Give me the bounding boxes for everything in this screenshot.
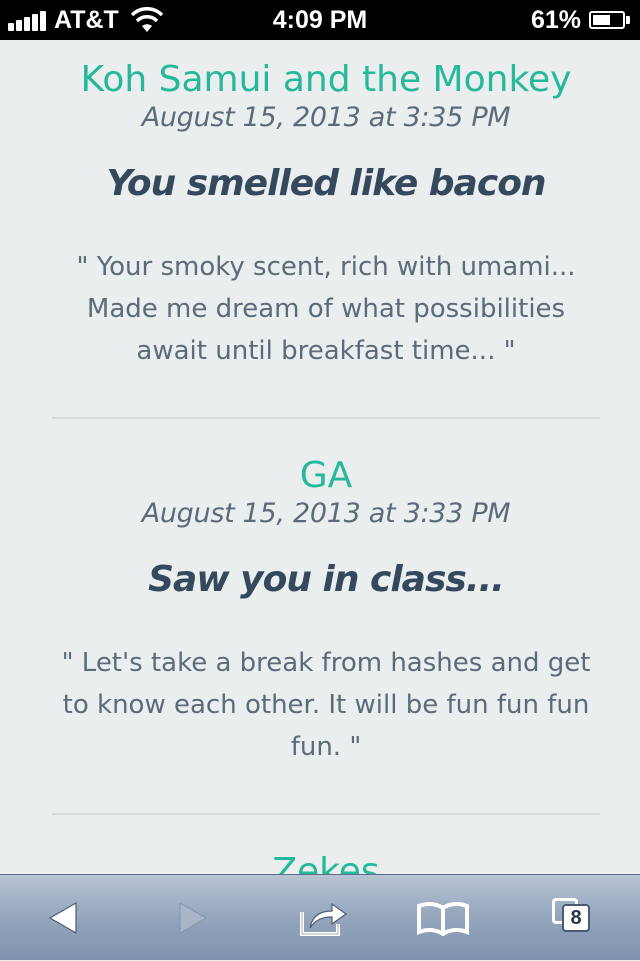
tabs-button[interactable]: 8 <box>532 875 612 961</box>
post-body: " Let's take a break from hashes and get… <box>61 648 591 762</box>
post-date: August 15, 2013 at 3:33 PM <box>141 498 511 529</box>
battery-fill <box>593 15 611 25</box>
post-body: " Your smoky scent, rich with umami... M… <box>76 252 576 366</box>
tabs-icon: 8 <box>544 894 600 942</box>
post-item[interactable]: Koh Samui and the Monkey August 15, 2013… <box>52 58 600 372</box>
share-icon <box>300 902 348 936</box>
post-title: You smelled like bacon <box>106 163 546 204</box>
tabs-count: 8 <box>562 904 590 932</box>
post-divider <box>52 417 600 419</box>
post-item[interactable]: Zekes <box>52 850 600 874</box>
status-bar: AT&T 4:09 PM 61% <box>0 0 640 40</box>
post-author[interactable]: Koh Samui and the Monkey <box>52 58 600 102</box>
bookmarks-icon <box>417 901 469 936</box>
battery-percent: 61% <box>530 5 581 34</box>
battery-tip <box>626 16 630 24</box>
back-arrow-icon <box>48 901 77 935</box>
post-title: Saw you in class... <box>148 559 505 600</box>
post-date: August 15, 2013 at 3:35 PM <box>141 102 511 133</box>
back-button[interactable] <box>24 875 104 961</box>
forward-arrow-icon <box>179 902 208 934</box>
post-author[interactable]: Zekes <box>52 850 600 874</box>
forward-button[interactable] <box>152 875 232 961</box>
status-right: 61% <box>531 0 630 40</box>
post-feed[interactable]: Koh Samui and the Monkey August 15, 2013… <box>0 40 640 874</box>
post-divider <box>52 813 600 815</box>
post-item[interactable]: GA August 15, 2013 at 3:33 PM Saw you in… <box>52 454 600 768</box>
share-button[interactable] <box>284 875 364 961</box>
bookmarks-button[interactable] <box>403 875 483 961</box>
battery-icon <box>589 11 625 29</box>
browser-toolbar: 8 <box>0 874 640 960</box>
post-author[interactable]: GA <box>52 454 600 498</box>
